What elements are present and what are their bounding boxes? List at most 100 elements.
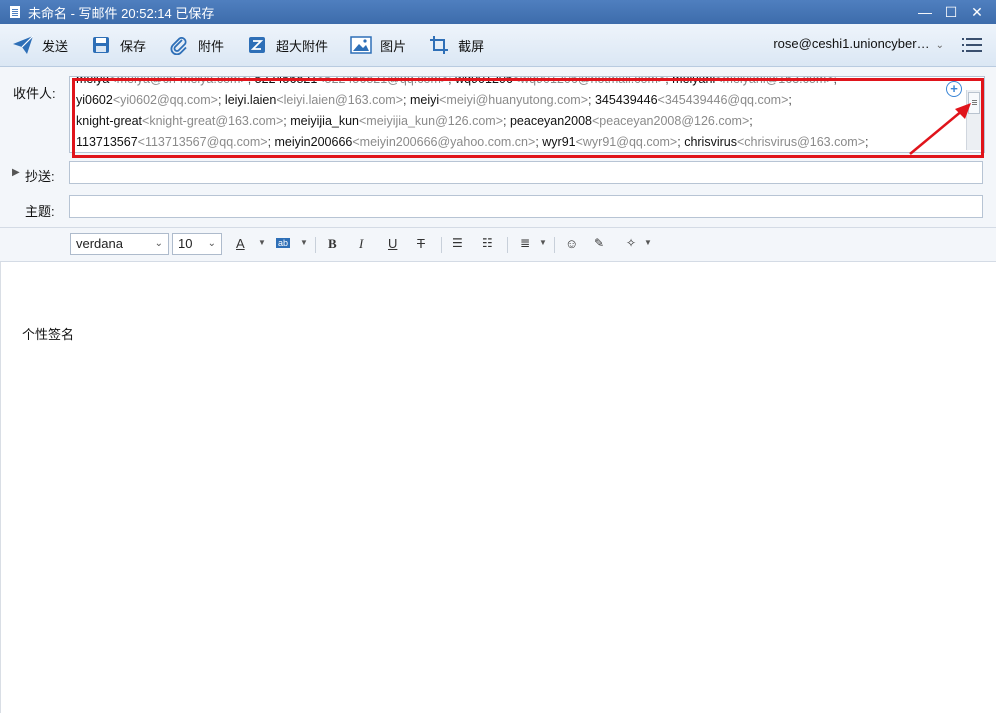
more-tools-dropdown[interactable]: ▼ <box>644 238 652 247</box>
large-attachment-label: 超大附件 <box>276 38 329 54</box>
subject-field[interactable] <box>69 195 983 218</box>
recipient-chip[interactable]: 113713567<113713567@qq.com>; <box>76 135 275 149</box>
maximize-button[interactable]: ☐ <box>938 4 964 21</box>
recipient-email: <meiya@ch-meiya.com> <box>109 76 248 86</box>
expand-cc-icon[interactable]: ▶ <box>12 167 20 178</box>
font-size-select[interactable]: 10 ⌄ <box>172 233 222 255</box>
close-button[interactable]: ✕ <box>964 4 990 21</box>
recipient-email: <yi0602@qq.com> <box>112 93 218 107</box>
chevron-down-icon: ⌄ <box>207 238 216 249</box>
underline-icon[interactable]: U <box>388 236 397 251</box>
large-attachment-button[interactable]: 超大附件 <box>246 34 328 56</box>
recipient-name: yi0602 <box>76 93 113 107</box>
magic-wand-icon[interactable]: ✧ <box>626 236 636 250</box>
recipient-line: yi0602<yi0602@qq.com>; leiyi.laien<leiyi… <box>76 90 962 111</box>
bold-icon[interactable]: B <box>328 236 337 252</box>
recipient-name: peaceyan2008 <box>509 114 592 128</box>
font-family-select[interactable]: verdana ⌄ <box>70 233 169 255</box>
image-label: 图片 <box>380 38 407 54</box>
screenshot-label: 截屏 <box>458 38 485 54</box>
recipient-email: <345439446@qq.com> <box>657 93 789 107</box>
recipient-email: <meiyani@163.com> <box>715 76 834 86</box>
recipient-name: wq901206 <box>455 76 513 86</box>
recipient-name: meiyani <box>672 76 716 86</box>
document-icon <box>10 6 20 18</box>
recipient-chip[interactable]: wq901206<wq901206@hotmail.com>; <box>455 76 672 86</box>
recipient-email: <knight-great@163.com> <box>142 114 284 128</box>
recipient-chip[interactable]: leiyi.laien<leiyi.laien@163.com>; <box>225 93 410 107</box>
recipient-list: meiya<meiya@ch-meiya.com>; 522456821<522… <box>76 76 962 152</box>
compose-header: 收件人: meiya<meiya@ch-meiya.com>; 52245682… <box>0 67 996 228</box>
recipient-email: <meiyijia_kun@126.com> <box>359 114 504 128</box>
recipient-email: <522456821@qq.com> <box>317 76 449 86</box>
recipient-name: 345439446 <box>594 93 658 107</box>
highlight-color-icon[interactable]: ab <box>276 238 291 248</box>
save-button[interactable]: 保存 <box>90 34 146 56</box>
recipient-chip[interactable]: chrisvirus<chrisvirus@163.com>; <box>684 135 868 149</box>
recipient-chip[interactable]: meiyin200666<meiyin200666@yahoo.com.cn>; <box>275 135 543 149</box>
recipient-email: <meiyin200666@yahoo.com.cn> <box>352 135 536 149</box>
recipient-name: leiyi.laien <box>224 93 277 107</box>
align-dropdown[interactable]: ▼ <box>539 238 547 247</box>
recipient-line: meiya<meiya@ch-meiya.com>; 522456821<522… <box>76 76 962 90</box>
font-color-dropdown[interactable]: ▼ <box>258 238 266 247</box>
recipient-name: meiyi <box>409 93 440 107</box>
attachment-button[interactable]: 附件 <box>168 34 224 56</box>
recipient-chip[interactable]: meiyi<meiyi@huanyutong.com>; <box>410 93 595 107</box>
send-icon <box>12 34 34 56</box>
chevron-down-icon: ⌄ <box>935 40 944 51</box>
recipient-email: <peaceyan2008@126.com> <box>592 114 750 128</box>
recipient-chip[interactable]: 522456821<522456821@qq.com>; <box>254 76 455 86</box>
recipient-name: 522456821 <box>254 76 318 86</box>
highlight-color-dropdown[interactable]: ▼ <box>300 238 308 247</box>
chevron-down-icon: ⌄ <box>154 238 163 249</box>
emoji-icon[interactable]: ☺ <box>565 236 578 251</box>
recipient-email: <chrisvirus@163.com> <box>736 135 865 149</box>
recipient-line: knight-great<knight-great@163.com>; meiy… <box>76 111 962 132</box>
recipient-email: <wq901206@hotmail.com> <box>512 76 666 86</box>
account-email: rose@ceshi1.unioncyber… <box>773 36 930 51</box>
bullet-list-icon[interactable]: ☰ <box>452 236 463 250</box>
window-title: 未命名 - 写邮件 20:52:14 已保存 <box>28 5 215 21</box>
red-arrow-annotation <box>909 103 971 155</box>
numbered-list-icon[interactable]: ☷ <box>482 236 493 250</box>
to-label: 收件人: <box>13 86 56 101</box>
recipient-chip[interactable]: meiyijia_kun<meiyijia_kun@126.com>; <box>290 114 510 128</box>
main-toolbar: 发送 保存 附件 超大附件 图片 截屏 rose@ceshi1.unioncyb… <box>0 24 996 67</box>
recipient-name: meiyin200666 <box>274 135 353 149</box>
large-attachment-icon <box>246 34 268 56</box>
account-selector[interactable]: rose@ceshi1.unioncyber… ⌄ <box>773 36 944 51</box>
title-bar: 未命名 - 写邮件 20:52:14 已保存 — ☐ ✕ <box>0 0 996 24</box>
recipient-name: knight-great <box>76 114 143 128</box>
to-field[interactable]: meiya<meiya@ch-meiya.com>; 522456821<522… <box>69 76 985 153</box>
save-icon <box>90 34 112 56</box>
cc-label: 抄送: <box>25 169 55 184</box>
paperclip-icon <box>168 34 190 56</box>
format-painter-icon[interactable]: ✎ <box>594 236 604 250</box>
add-recipient-icon[interactable]: + <box>946 81 962 97</box>
recipient-chip[interactable]: meiyani<meiyani@163.com>; <box>672 76 837 86</box>
align-icon[interactable]: ≣ <box>520 236 530 250</box>
message-body[interactable]: 个性签名 <box>0 262 996 713</box>
menu-icon[interactable] <box>962 38 982 52</box>
screenshot-button[interactable]: 截屏 <box>428 34 484 56</box>
recipient-chip[interactable]: peaceyan2008<peaceyan2008@126.com>; <box>510 114 753 128</box>
recipient-chip[interactable]: knight-great<knight-great@163.com>; <box>76 114 290 128</box>
recipient-chip[interactable]: wyr91<wyr91@qq.com>; <box>542 135 684 149</box>
font-color-icon[interactable]: A <box>236 236 245 251</box>
italic-icon[interactable]: I <box>359 236 363 252</box>
recipient-chip[interactable]: meiya<meiya@ch-meiya.com>; <box>76 76 255 86</box>
subject-label: 主题: <box>25 204 55 219</box>
crop-icon <box>428 34 450 56</box>
recipient-chip[interactable]: 345439446<345439446@qq.com>; <box>595 93 792 107</box>
image-button[interactable]: 图片 <box>350 34 406 56</box>
recipient-chip[interactable]: yi0602<yi0602@qq.com>; <box>76 93 225 107</box>
strikethrough-icon[interactable]: T <box>417 236 425 251</box>
recipient-name: meiya <box>76 76 110 86</box>
cc-field[interactable] <box>69 161 983 184</box>
send-button[interactable]: 发送 <box>12 34 68 56</box>
signature-text: 个性签名 <box>22 327 75 342</box>
recipient-name: 113713567 <box>76 135 138 149</box>
font-size-value: 10 <box>178 236 193 251</box>
minimize-button[interactable]: — <box>912 4 938 20</box>
